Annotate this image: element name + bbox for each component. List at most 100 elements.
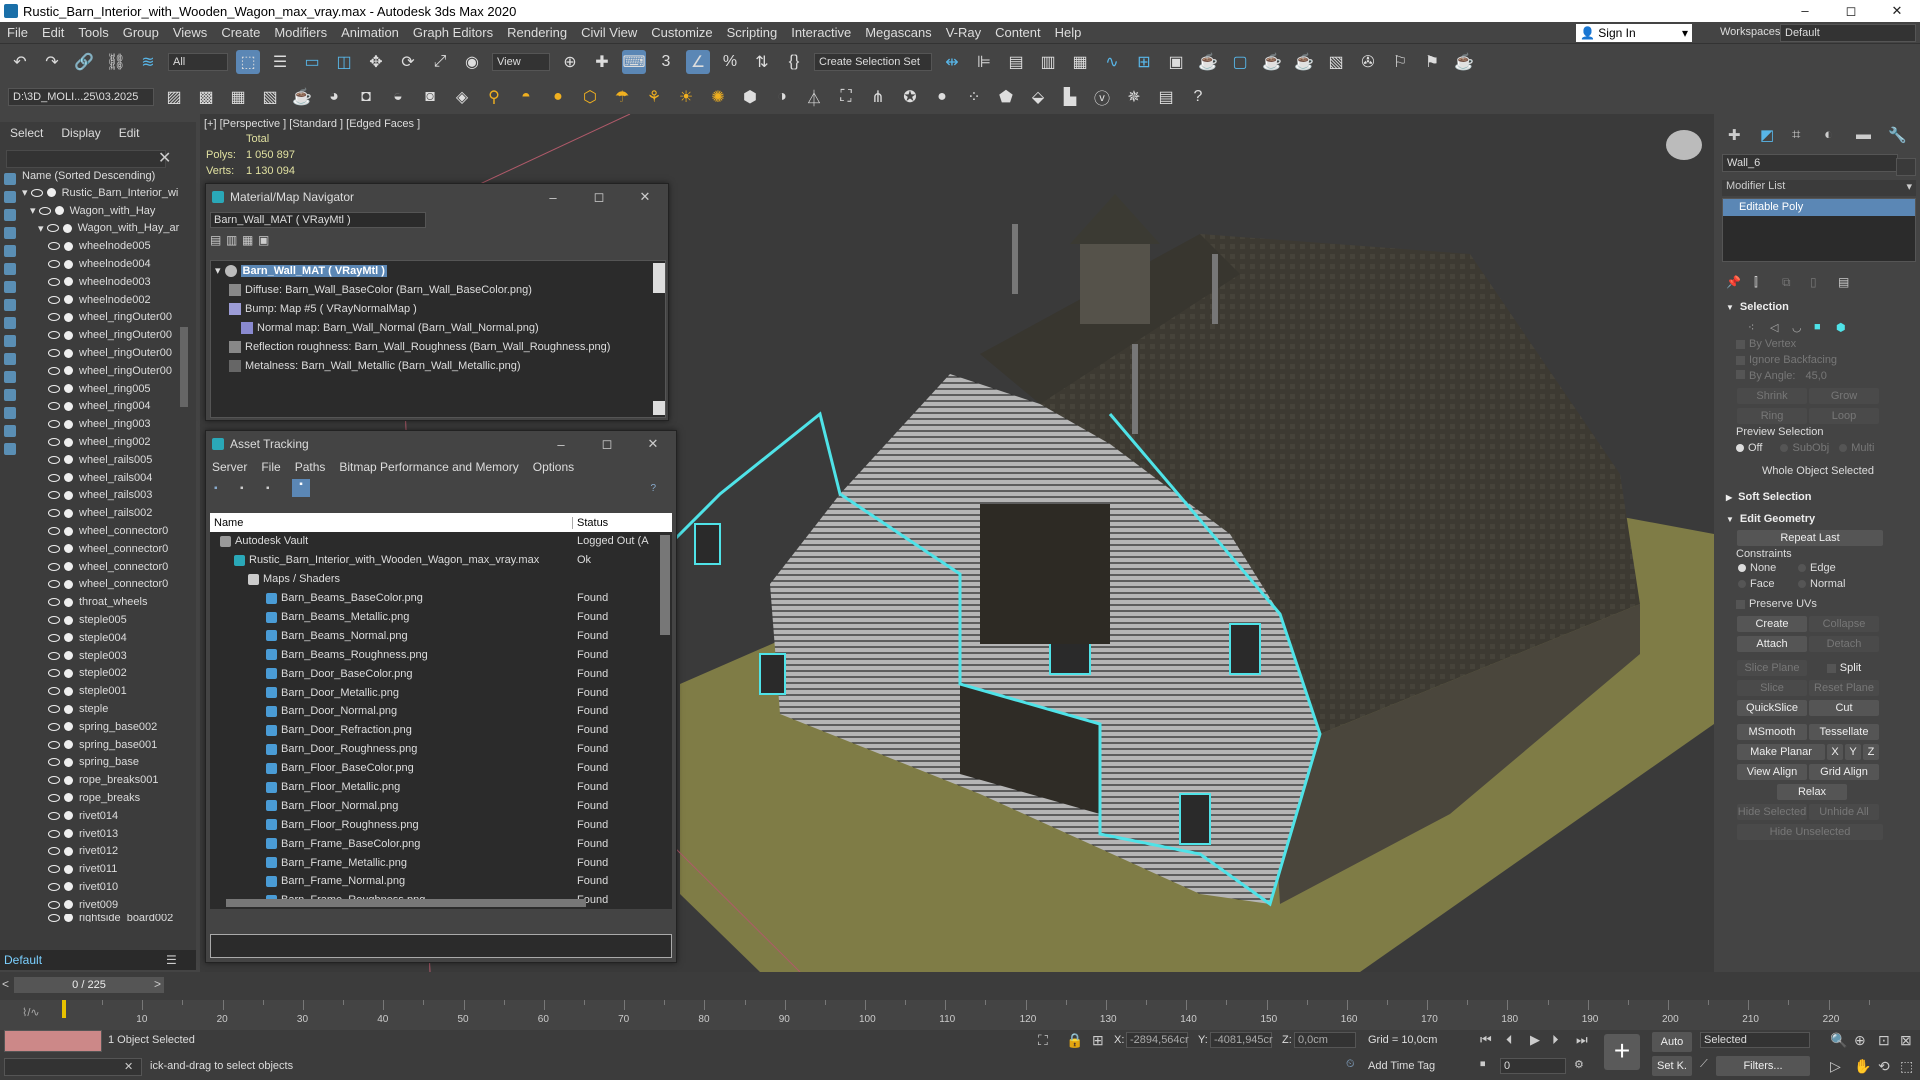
eye-icon[interactable]	[48, 242, 60, 251]
expand-icon[interactable]: ▾	[38, 222, 47, 235]
vray-plane-icon[interactable]: ⏃	[802, 85, 826, 109]
table-row[interactable]: Barn_Frame_BaseColor.png Found	[210, 834, 672, 853]
menu-paths[interactable]: Paths	[295, 460, 326, 474]
ignore-backfacing-checkbox[interactable]: Ignore Backfacing	[1722, 354, 1914, 370]
teapot-icon[interactable]: ☕	[290, 85, 314, 109]
next-key-icon[interactable]: ⏵	[1552, 1032, 1559, 1048]
notes-icon[interactable]: ▤	[1154, 85, 1178, 109]
scale-icon[interactable]: ⤢	[428, 50, 452, 74]
rendered-frame-icon[interactable]: ▢	[1228, 50, 1252, 74]
named-selection-icon[interactable]: {}	[782, 50, 806, 74]
soft-selection-header[interactable]: ▶ Soft Selection	[1722, 488, 1914, 506]
tree-row[interactable]: rivet010	[22, 878, 182, 896]
eye-icon[interactable]	[48, 384, 60, 393]
eye-icon[interactable]	[48, 295, 60, 304]
close-icon[interactable]: ✕	[158, 148, 171, 168]
tree-row[interactable]: spring_base001	[22, 736, 182, 754]
unhide-all-button[interactable]: Unhide All	[1809, 804, 1879, 820]
map-row[interactable]: Diffuse: Barn_Wall_BaseColor (Barn_Wall_…	[211, 280, 665, 299]
explorer-scrollbar[interactable]	[180, 327, 188, 407]
cut-button[interactable]: Cut	[1809, 700, 1879, 716]
undo-icon[interactable]: ↶	[8, 50, 32, 74]
pin-stack-icon[interactable]: 📌	[1726, 275, 1754, 289]
minimize-icon[interactable]: –	[530, 190, 576, 205]
tree-row[interactable]: rivet013	[22, 825, 182, 843]
help-icon[interactable]: ?	[1186, 85, 1210, 109]
by-vertex-checkbox[interactable]: By Vertex	[1722, 338, 1914, 354]
planar-y-button[interactable]: Y	[1845, 744, 1861, 760]
filter-bones-icon[interactable]	[4, 317, 16, 329]
vray-mesh-light-icon[interactable]: ⬡	[578, 85, 602, 109]
vray-sun-icon[interactable]: ☀	[674, 85, 698, 109]
menu-graph-editors[interactable]: Graph Editors	[406, 25, 500, 40]
close-icon[interactable]: ✕	[622, 189, 668, 205]
slice-button[interactable]: Slice	[1737, 680, 1807, 696]
filter-lights-icon[interactable]	[4, 209, 16, 221]
eye-icon[interactable]	[48, 349, 60, 358]
sign-in-dropdown[interactable]: 👤 Sign In ▾	[1576, 24, 1692, 42]
zoom-icon[interactable]: 🔍	[1830, 1032, 1847, 1049]
reference-coord-dropdown[interactable]: View	[492, 53, 550, 71]
create-group-icon[interactable]: ▦	[226, 85, 250, 109]
search-input[interactable]	[6, 150, 166, 168]
table-row[interactable]: Barn_Floor_Roughness.png Found	[210, 815, 672, 834]
tree-row[interactable]: wheel_rails003	[22, 487, 182, 505]
eye-icon[interactable]	[48, 562, 60, 571]
redo-icon[interactable]: ↷	[40, 50, 64, 74]
vray-decal-icon[interactable]: ⛶	[834, 85, 858, 109]
tree-row[interactable]: wheelnode004	[22, 255, 182, 273]
menu-file[interactable]: File	[261, 460, 280, 474]
menu-views[interactable]: Views	[166, 25, 214, 40]
maximize-button[interactable]: ◻	[1828, 3, 1874, 19]
vertex-mode-icon[interactable]: ⁖	[1748, 321, 1770, 334]
menu-options[interactable]: Options	[533, 460, 574, 474]
window-crossing-icon[interactable]: ◫	[332, 50, 356, 74]
eye-icon[interactable]	[48, 366, 60, 375]
collapse-icon[interactable]: ▾	[215, 264, 221, 277]
eye-icon[interactable]	[48, 277, 60, 286]
vray-logo-icon[interactable]: ⓥ	[1090, 85, 1114, 109]
remove-modifier-icon[interactable]: ▯	[1810, 275, 1838, 289]
border-mode-icon[interactable]: ◡	[1792, 321, 1814, 334]
object-color-swatch[interactable]	[1896, 158, 1916, 176]
vray-light-lister-icon[interactable]: ⚑	[1420, 50, 1444, 74]
x-coordinate-field[interactable]: -2894,564cr	[1126, 1032, 1189, 1048]
modify-tab-icon[interactable]: ◩	[1760, 126, 1780, 146]
orbit-icon[interactable]: ⟲	[1878, 1058, 1890, 1075]
isolate-icon[interactable]: ⛶	[1038, 1032, 1048, 1049]
constraint-normal-radio[interactable]: Normal	[1798, 578, 1845, 594]
tree-row[interactable]: ▾ Rustic_Barn_Interior_wi	[22, 184, 182, 202]
tree-row[interactable]: wheel_ringOuter00	[22, 344, 182, 362]
camera-icon[interactable]: ◘	[354, 85, 378, 109]
constraint-edge-radio[interactable]: Edge	[1798, 562, 1836, 578]
tree-row[interactable]: wheel_rails005	[22, 451, 182, 469]
material-slots-icon[interactable]: ⁘	[962, 85, 986, 109]
configure-sets-icon[interactable]: ▤	[1838, 275, 1866, 289]
vray-batch-icon[interactable]: ▙	[1058, 85, 1082, 109]
maximize-viewport-icon[interactable]: ⬚	[1900, 1058, 1913, 1075]
constraint-face-radio[interactable]: Face	[1738, 578, 1798, 594]
menu-modifiers[interactable]: Modifiers	[267, 25, 334, 40]
menu-interactive[interactable]: Interactive	[784, 25, 858, 40]
menu-edit[interactable]: Edit	[35, 25, 71, 40]
filter-funnel-icon[interactable]	[4, 443, 16, 455]
table-row[interactable]: Barn_Floor_Normal.png Found	[210, 796, 672, 815]
dialog-title-bar[interactable]: Asset Tracking – ◻ ✕	[206, 431, 676, 457]
unlink-icon[interactable]: ⛓	[104, 50, 128, 74]
tree-row[interactable]: rightside_board002	[22, 913, 182, 922]
dialog-title-bar[interactable]: Material/Map Navigator – ◻ ✕	[206, 184, 668, 210]
table-hscrollbar[interactable]	[226, 899, 586, 907]
create-shape-icon[interactable]: ▧	[258, 85, 282, 109]
vray-proxy-icon[interactable]: ⬢	[738, 85, 762, 109]
tree-row[interactable]: spring_base002	[22, 718, 182, 736]
named-selection-sets-dropdown[interactable]: Create Selection Set	[814, 53, 932, 71]
select-manipulate-icon[interactable]: ✚	[590, 50, 614, 74]
preview-subobj-radio[interactable]: SubObj	[1780, 442, 1829, 458]
filter-hidden-icon[interactable]	[4, 371, 16, 383]
create-box-icon[interactable]: ▨	[162, 85, 186, 109]
tree-row[interactable]: rope_breaks	[22, 789, 182, 807]
eye-icon[interactable]	[48, 580, 60, 589]
tree-row[interactable]: wheel_ring003	[22, 415, 182, 433]
table-row[interactable]: Barn_Frame_Normal.png Found	[210, 872, 672, 891]
tree-row[interactable]: ▾ Wagon_with_Hay	[22, 202, 182, 220]
